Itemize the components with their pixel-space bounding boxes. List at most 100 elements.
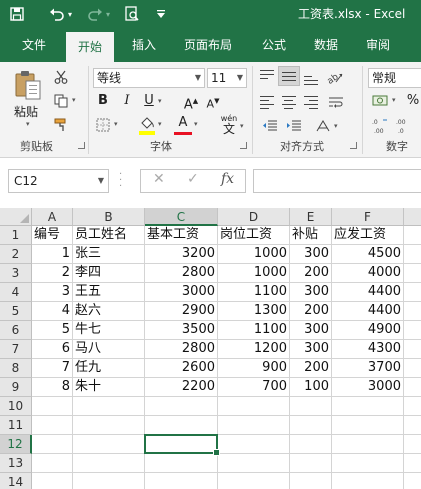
cell-overflow[interactable] [404, 416, 421, 435]
cell-d2[interactable]: 1000 [218, 245, 290, 264]
cell-a12[interactable] [32, 435, 73, 454]
font-size-combo[interactable]: 11 ▼ [207, 68, 247, 88]
cell-b1[interactable]: 员工姓名 [73, 226, 145, 245]
cell-d13[interactable] [218, 454, 290, 473]
row-header-9[interactable]: 9 [0, 378, 32, 397]
cell-b10[interactable] [73, 397, 145, 416]
cell-e11[interactable] [290, 416, 332, 435]
cell-c7[interactable]: 2800 [145, 340, 218, 359]
cell-d4[interactable]: 1100 [218, 283, 290, 302]
border-icon[interactable] [94, 116, 112, 134]
cell-overflow[interactable] [404, 435, 421, 454]
font-color-dropdown-icon[interactable]: ▾ [194, 120, 198, 128]
cell-b4[interactable]: 王五 [73, 283, 145, 302]
cell-overflow[interactable] [404, 397, 421, 416]
select-all-button[interactable] [0, 208, 32, 226]
cell-d14[interactable] [218, 473, 290, 489]
row-header-13[interactable]: 13 [0, 454, 32, 473]
column-header-d[interactable]: D [218, 208, 290, 226]
tab-review[interactable]: 审阅 [358, 28, 398, 62]
font-color-button[interactable]: A [174, 114, 192, 132]
cell-c4[interactable]: 3000 [145, 283, 218, 302]
number-format-combo[interactable]: 常规 [368, 68, 421, 88]
cell-b9[interactable]: 朱十 [73, 378, 145, 397]
column-header-e[interactable]: E [290, 208, 332, 226]
tab-page-layout[interactable]: 页面布局 [176, 28, 240, 62]
wrap-text-icon[interactable] [326, 94, 346, 112]
cell-b14[interactable] [73, 473, 145, 489]
row-header-2[interactable]: 2 [0, 245, 32, 264]
italic-button[interactable]: I [118, 92, 136, 110]
cell-d12[interactable] [218, 435, 290, 454]
border-dropdown-icon[interactable]: ▾ [114, 120, 118, 128]
cell-f1[interactable]: 应发工资 [332, 226, 404, 245]
cell-d9[interactable]: 700 [218, 378, 290, 397]
cell-b8[interactable]: 任九 [73, 359, 145, 378]
cell-e5[interactable]: 200 [290, 302, 332, 321]
insert-function-icon[interactable]: fx [221, 171, 234, 187]
cell-a6[interactable]: 5 [32, 321, 73, 340]
row-header-5[interactable]: 5 [0, 302, 32, 321]
cell-overflow[interactable] [404, 378, 421, 397]
orientation-icon[interactable]: ab [324, 68, 346, 86]
format-painter-icon[interactable] [52, 116, 70, 134]
bold-button[interactable]: B [94, 92, 112, 110]
cell-overflow[interactable] [404, 454, 421, 473]
cell-e10[interactable] [290, 397, 332, 416]
cell-b6[interactable]: 牛七 [73, 321, 145, 340]
clipboard-dialog-launcher[interactable] [78, 142, 85, 149]
cell-b7[interactable]: 马八 [73, 340, 145, 359]
cell-a2[interactable]: 1 [32, 245, 73, 264]
save-icon[interactable] [6, 4, 28, 24]
row-header-4[interactable]: 4 [0, 283, 32, 302]
cell-a10[interactable] [32, 397, 73, 416]
cell-e8[interactable]: 200 [290, 359, 332, 378]
cell-d3[interactable]: 1000 [218, 264, 290, 283]
cell-f12[interactable] [332, 435, 404, 454]
paste-dropdown-icon[interactable]: ▾ [26, 120, 30, 128]
redo-dropdown-icon[interactable]: ▾ [102, 4, 114, 24]
phonetic-dropdown-icon[interactable]: ▾ [240, 122, 244, 130]
cell-a11[interactable] [32, 416, 73, 435]
name-box[interactable]: C12 ▼ [8, 169, 109, 193]
font-name-combo[interactable]: 等线 ▼ [93, 68, 205, 88]
cell-c6[interactable]: 3500 [145, 321, 218, 340]
cell-f11[interactable] [332, 416, 404, 435]
cell-a3[interactable]: 2 [32, 264, 73, 283]
paste-label[interactable]: 粘贴 [14, 103, 38, 120]
increase-decimal-icon[interactable]: .0.00 [370, 116, 390, 136]
cell-d1[interactable]: 岗位工资 [218, 226, 290, 245]
tab-formulas[interactable]: 公式 [254, 28, 294, 62]
cell-d7[interactable]: 1200 [218, 340, 290, 359]
cell-a14[interactable] [32, 473, 73, 489]
cut-icon[interactable] [52, 68, 70, 86]
cell-c9[interactable]: 2200 [145, 378, 218, 397]
cell-f13[interactable] [332, 454, 404, 473]
row-header-14[interactable]: 14 [0, 473, 32, 489]
cell-a4[interactable]: 3 [32, 283, 73, 302]
cell-c2[interactable]: 3200 [145, 245, 218, 264]
align-bottom-icon[interactable] [304, 76, 318, 88]
copy-icon[interactable] [52, 92, 70, 110]
cell-d5[interactable]: 1300 [218, 302, 290, 321]
cell-overflow[interactable] [404, 359, 421, 378]
cell-d8[interactable]: 900 [218, 359, 290, 378]
cell-f3[interactable]: 4000 [332, 264, 404, 283]
cell-c8[interactable]: 2600 [145, 359, 218, 378]
orientation-dropdown-icon[interactable]: ▾ [334, 122, 338, 130]
grow-font-button[interactable]: A▲ [182, 92, 200, 112]
column-header-b[interactable]: B [73, 208, 145, 226]
align-left-icon[interactable] [260, 96, 274, 112]
row-header-6[interactable]: 6 [0, 321, 32, 340]
align-right-icon[interactable] [304, 96, 318, 112]
column-header-c[interactable]: C [145, 208, 218, 226]
cell-b12[interactable] [73, 435, 145, 454]
font-dialog-launcher[interactable] [240, 142, 247, 149]
cell-c3[interactable]: 2800 [145, 264, 218, 283]
cell-b3[interactable]: 李四 [73, 264, 145, 283]
customize-icon[interactable] [150, 4, 172, 24]
shrink-font-button[interactable]: A▼ [204, 92, 222, 111]
cell-c1[interactable]: 基本工资 [145, 226, 218, 245]
cell-overflow[interactable] [404, 302, 421, 321]
cell-e12[interactable] [290, 435, 332, 454]
